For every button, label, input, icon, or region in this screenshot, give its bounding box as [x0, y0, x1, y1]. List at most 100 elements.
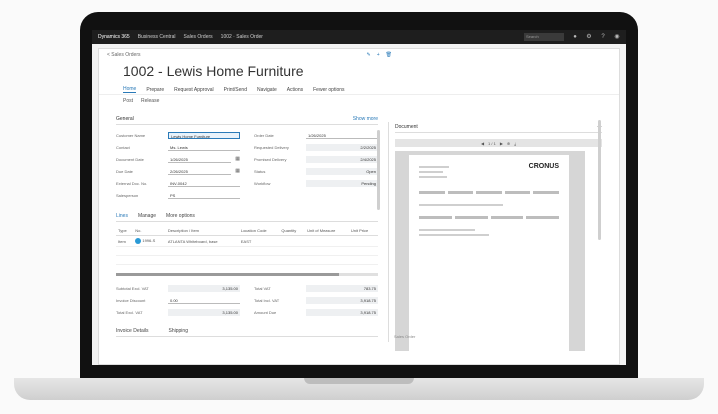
cell-empty[interactable]	[305, 246, 349, 256]
tab-lines[interactable]: Lines	[116, 213, 128, 219]
menu-prepare[interactable]: Prepare	[146, 87, 164, 93]
download-icon[interactable]: ⤓	[514, 141, 516, 146]
field-label: Status	[254, 168, 266, 174]
path-label: 1002 · Sales Order	[220, 34, 263, 40]
document-preview-pane: Document ⋯ ◀ 1 / 1 ▶ ⊕ ⤓	[388, 122, 602, 355]
bell-icon[interactable]: ●	[572, 34, 578, 40]
zoom-icon[interactable]: ⊕	[507, 141, 510, 146]
total-incl-vat: Total Incl. VAT 3,918.75	[254, 296, 378, 304]
calendar-icon[interactable]: ▦	[235, 168, 240, 174]
cell-loc[interactable]: EAST	[238, 235, 280, 247]
cell-empty[interactable]	[238, 255, 280, 265]
field-label: Customer Name	[116, 132, 146, 138]
contact-input[interactable]: Ms. Lewis	[168, 144, 240, 151]
table-row[interactable]	[116, 246, 378, 256]
field-order-date: Order Date 1/26/2025	[254, 131, 378, 139]
column-header[interactable]: Description / Item	[165, 226, 239, 236]
sub-actions: Post Release	[99, 95, 619, 107]
back-link[interactable]: < Sales Orders	[107, 52, 141, 58]
table-header-row: Type No. Description / Item Location Cod…	[116, 226, 378, 236]
laptop-notch	[304, 378, 414, 384]
avatar[interactable]: ◉	[614, 34, 620, 40]
product-name[interactable]: Dynamics 365	[98, 34, 130, 40]
cell-empty[interactable]	[348, 246, 378, 256]
field-salesperson: Salesperson PS	[116, 191, 240, 199]
app-name[interactable]: Business Central	[138, 34, 176, 40]
cell-empty[interactable]	[116, 246, 134, 256]
external-doc-input[interactable]: INV-0042	[168, 180, 240, 187]
doc-header: CRONUS	[419, 163, 559, 181]
cell-no[interactable]: 1996-S	[133, 235, 166, 247]
cell-price[interactable]	[348, 235, 378, 247]
column-header[interactable]: Unit Price	[348, 226, 378, 236]
post-button[interactable]: Post	[123, 98, 133, 104]
delete-icon[interactable]: 🗑	[386, 52, 392, 58]
edit-icon[interactable]: ✎	[367, 52, 371, 58]
requested-delivery-input[interactable]: 2/2/2025	[306, 143, 378, 151]
cell-empty[interactable]	[305, 255, 349, 265]
cell-desc[interactable]: ATLANTA Whiteboard, base	[165, 235, 239, 247]
customer-name-input[interactable]: Lewis Home Furniture	[168, 131, 240, 139]
cell-empty[interactable]	[165, 246, 239, 256]
cell-empty[interactable]	[238, 246, 280, 256]
totals-section: Subtotal Excl. VAT 3,135.00 Total VAT 783.…	[116, 284, 378, 316]
preview-heading: Document	[395, 124, 418, 130]
show-more-link[interactable]: Show more	[353, 116, 378, 122]
scrollbar-thumb[interactable]	[116, 273, 339, 276]
form-scrollbar[interactable]	[377, 130, 380, 210]
total-vat: Total VAT 783.75	[254, 284, 378, 292]
preview-scrollbar[interactable]	[598, 120, 601, 240]
tab-more-options[interactable]: More options	[166, 213, 195, 219]
cell-empty[interactable]	[116, 255, 134, 265]
field-promised-delivery: Promised Delivery 2/4/2025	[254, 155, 378, 163]
cell-empty[interactable]	[133, 246, 166, 256]
cell-qty[interactable]	[279, 235, 306, 247]
cell-empty[interactable]	[165, 255, 239, 265]
column-header[interactable]: Unit of Measure	[305, 226, 349, 236]
field-external-doc: External Doc. No. INV-0042	[116, 179, 240, 187]
search-input[interactable]: Search	[524, 33, 564, 41]
cell-uom[interactable]	[305, 235, 349, 247]
order-date-input[interactable]: 1/26/2025	[306, 132, 378, 139]
calendar-icon[interactable]: ▦	[235, 156, 240, 162]
menu-navigate[interactable]: Navigate	[257, 87, 277, 93]
total-value: 783.75	[306, 284, 378, 292]
invoice-discount-input[interactable]: 0.00	[168, 297, 240, 304]
tab-invoice-details[interactable]: Invoice Details	[116, 328, 149, 334]
context-label[interactable]: Sales Orders	[183, 34, 212, 40]
document-date-input[interactable]: 1/26/2025	[168, 156, 232, 163]
field-label: Requested Delivery	[254, 144, 289, 150]
menu-print-send[interactable]: Print/Send	[224, 87, 247, 93]
help-icon[interactable]: ?	[600, 34, 606, 40]
release-button[interactable]: Release	[141, 98, 159, 104]
salesperson-input[interactable]: PS	[168, 192, 240, 199]
next-page-icon[interactable]: ▶	[500, 141, 503, 146]
menu-actions[interactable]: Actions	[287, 87, 303, 93]
screen: Dynamics 365 Business Central Sales Orde…	[92, 30, 626, 365]
cell-empty[interactable]	[279, 255, 306, 265]
horizontal-scrollbar[interactable]	[116, 273, 378, 276]
pdf-toolbar: ◀ 1 / 1 ▶ ⊕ ⤓	[395, 139, 602, 147]
column-header[interactable]: Type	[116, 226, 134, 236]
table-row[interactable]: Item 1996-S ATLANTA Whiteboard, base EAS…	[116, 235, 378, 247]
prev-page-icon[interactable]: ◀	[481, 141, 484, 146]
menu-request-approval[interactable]: Request Approval	[174, 87, 213, 93]
column-header[interactable]: Location Code	[238, 226, 280, 236]
column-header[interactable]: Quantity	[279, 226, 306, 236]
total-subtotal: Subtotal Excl. VAT 3,135.00	[116, 284, 240, 292]
column-header[interactable]: No.	[133, 226, 166, 236]
cell-type[interactable]: Item	[116, 235, 134, 247]
add-icon[interactable]: +	[377, 52, 380, 58]
menu-home[interactable]: Home	[123, 86, 137, 93]
tab-manage[interactable]: Manage	[138, 213, 156, 219]
due-date-input[interactable]: 2/26/2025	[168, 168, 232, 175]
menu-fewer-options[interactable]: Fewer options	[313, 87, 344, 93]
cell-empty[interactable]	[133, 255, 166, 265]
table-row[interactable]	[116, 255, 378, 265]
promised-delivery-input[interactable]: 2/4/2025	[306, 155, 378, 163]
tab-shipping[interactable]: Shipping	[169, 328, 188, 334]
gear-icon[interactable]: ⚙	[586, 34, 592, 40]
pdf-viewer[interactable]: CRONUS	[395, 151, 585, 355]
cell-empty[interactable]	[279, 246, 306, 256]
cell-empty[interactable]	[348, 255, 378, 265]
